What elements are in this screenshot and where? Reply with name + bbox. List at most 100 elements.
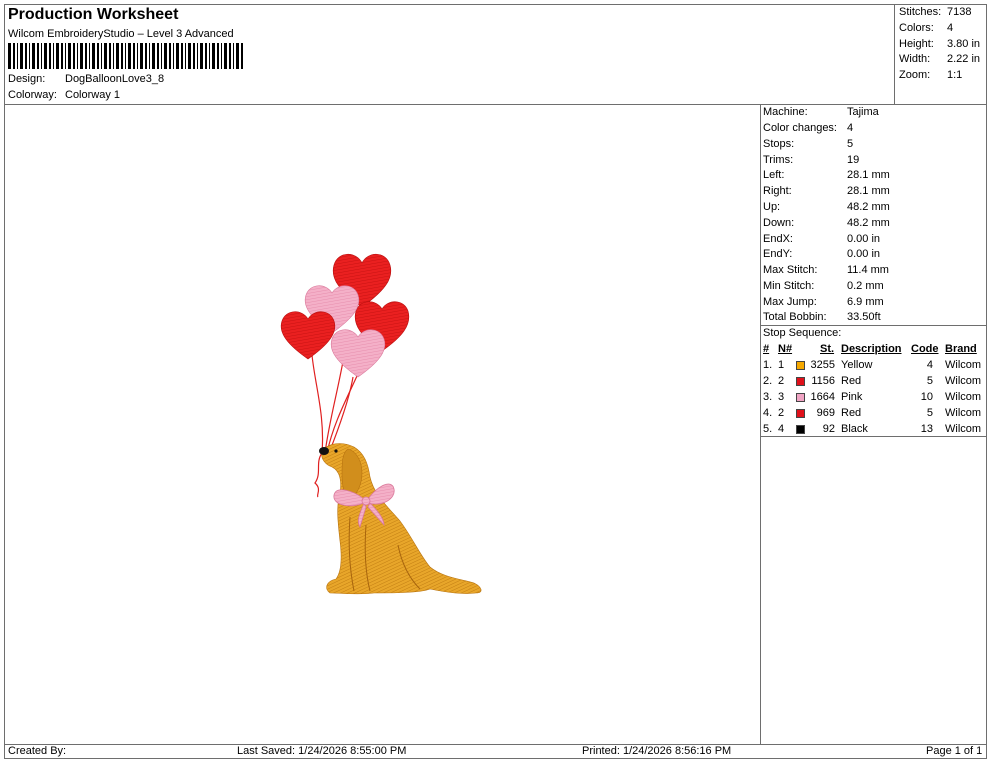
stop-brand: Wilcom: [945, 407, 982, 419]
colorway-row: Colorway: Colorway 1: [8, 89, 120, 101]
stop-stitches: 92: [822, 423, 835, 435]
stat-value: 4: [947, 22, 954, 34]
info-label: EndX:: [763, 233, 793, 245]
stop-stitches: 1156: [811, 375, 835, 387]
stop-sequence-row: 2. 2 1156 Red 5 Wilcom: [763, 375, 985, 391]
info-down: Down: 48.2 mm: [763, 217, 890, 229]
stat-label: Stitches:: [899, 6, 942, 18]
info-label: Trims:: [763, 154, 794, 166]
software-name: Wilcom EmbroideryStudio – Level 3 Advanc…: [8, 28, 234, 40]
stop-brand: Wilcom: [945, 359, 982, 371]
col-header-stitches: St.: [820, 343, 835, 355]
design-value: DogBalloonLove3_8: [65, 73, 165, 85]
stat-label: Colors:: [899, 22, 934, 34]
stop-description: Red: [841, 375, 862, 387]
stat-zoom: Zoom: 1:1: [899, 69, 962, 81]
info-label: Color changes:: [763, 122, 837, 134]
stop-sequence-row: 5. 4 92 Black 13 Wilcom: [763, 423, 985, 439]
info-value: 5: [847, 138, 854, 150]
info-label: Min Stitch:: [763, 280, 815, 292]
stop-needle: 2: [778, 407, 785, 419]
info-endy: EndY: 0.00 in: [763, 248, 880, 260]
info-endx: EndX: 0.00 in: [763, 233, 880, 245]
stat-value: 1:1: [947, 69, 963, 81]
info-label: Right:: [763, 185, 792, 197]
info-value: 33.50ft: [847, 311, 881, 323]
color-swatch: [796, 409, 805, 418]
barcode-image: [8, 43, 243, 69]
color-swatch: [796, 393, 805, 402]
col-header-brand: Brand: [945, 343, 977, 355]
info-label: EndY:: [763, 248, 793, 260]
info-left: Left: 28.1 mm: [763, 169, 890, 181]
info-total-bobbin: Total Bobbin: 33.50ft: [763, 311, 881, 323]
stop-code: 10: [920, 391, 933, 403]
info-value: 0.00 in: [847, 233, 881, 245]
stop-needle: 4: [778, 423, 785, 435]
col-header-description: Description: [841, 343, 902, 355]
info-value: 0.2 mm: [847, 280, 884, 292]
info-stops: Stops: 5: [763, 138, 853, 150]
stop-description: Red: [841, 407, 862, 419]
footer-frame: [4, 744, 987, 759]
footer-last-saved: Last Saved: 1/24/2026 8:55:00 PM: [237, 745, 407, 757]
stat-width: Width: 2.22 in: [899, 53, 980, 65]
stop-code: 4: [926, 359, 933, 371]
stop-stitches: 969: [816, 407, 835, 419]
info-value: 48.2 mm: [847, 201, 890, 213]
stat-value: 7138: [947, 6, 972, 18]
dog-nose: [319, 447, 329, 455]
stop-index: 4.: [763, 407, 773, 419]
info-label: Left:: [763, 169, 785, 181]
info-min-stitch: Min Stitch: 0.2 mm: [763, 280, 884, 292]
stop-index: 5.: [763, 423, 773, 435]
info-max-jump: Max Jump: 6.9 mm: [763, 296, 884, 308]
info-value: 0.00 in: [847, 248, 881, 260]
stop-code: 5: [926, 407, 933, 419]
color-swatch: [796, 377, 805, 386]
footer-created-by: Created By:: [8, 745, 67, 757]
info-value: 6.9 mm: [847, 296, 884, 308]
heart-balloon-pink-bottom: [330, 329, 386, 378]
col-header-needle: N#: [778, 343, 793, 355]
stat-colors: Colors: 4: [899, 22, 953, 34]
footer-page-number: Page 1 of 1: [926, 745, 983, 757]
stop-description: Yellow: [841, 359, 873, 371]
info-label: Down:: [763, 217, 795, 229]
stat-value: 2.22 in: [947, 53, 981, 65]
info-value: 19: [847, 154, 860, 166]
stat-label: Height:: [899, 38, 934, 50]
dog-eye: [334, 449, 338, 453]
info-divider: [760, 325, 987, 326]
stop-code: 5: [926, 375, 933, 387]
stop-brand: Wilcom: [945, 375, 982, 387]
heart-balloon-red-left: [280, 311, 336, 360]
stop-needle: 2: [778, 375, 785, 387]
stop-sequence-row: 1. 1 3255 Yellow 4 Wilcom: [763, 359, 985, 375]
stop-code: 13: [920, 423, 933, 435]
stop-index: 1.: [763, 359, 773, 371]
info-label: Machine:: [763, 106, 808, 118]
info-label: Max Stitch:: [763, 264, 818, 276]
stop-description: Black: [841, 423, 868, 435]
stop-needle: 3: [778, 391, 785, 403]
info-value: 11.4 mm: [847, 264, 889, 276]
info-value: 28.1 mm: [847, 185, 890, 197]
info-max-stitch: Max Stitch: 11.4 mm: [763, 264, 889, 276]
info-value: Tajima: [847, 106, 879, 118]
stop-sequence-title: Stop Sequence:: [763, 327, 842, 339]
stat-label: Zoom:: [899, 69, 931, 81]
color-swatch: [796, 361, 805, 370]
design-row: Design: DogBalloonLove3_8: [8, 73, 164, 85]
colorway-label: Colorway:: [8, 89, 57, 101]
info-label: Total Bobbin:: [763, 311, 827, 323]
page-title: Production Worksheet: [8, 6, 179, 23]
stop-sequence-row: 3. 3 1664 Pink 10 Wilcom: [763, 391, 985, 407]
stop-stitches: 3255: [810, 359, 835, 371]
info-value: 48.2 mm: [847, 217, 890, 229]
color-swatch: [796, 425, 805, 434]
col-header-index: #: [763, 343, 770, 355]
stat-value: 3.80 in: [947, 38, 981, 50]
stop-stitches: 1664: [810, 391, 835, 403]
stop-brand: Wilcom: [945, 391, 982, 403]
